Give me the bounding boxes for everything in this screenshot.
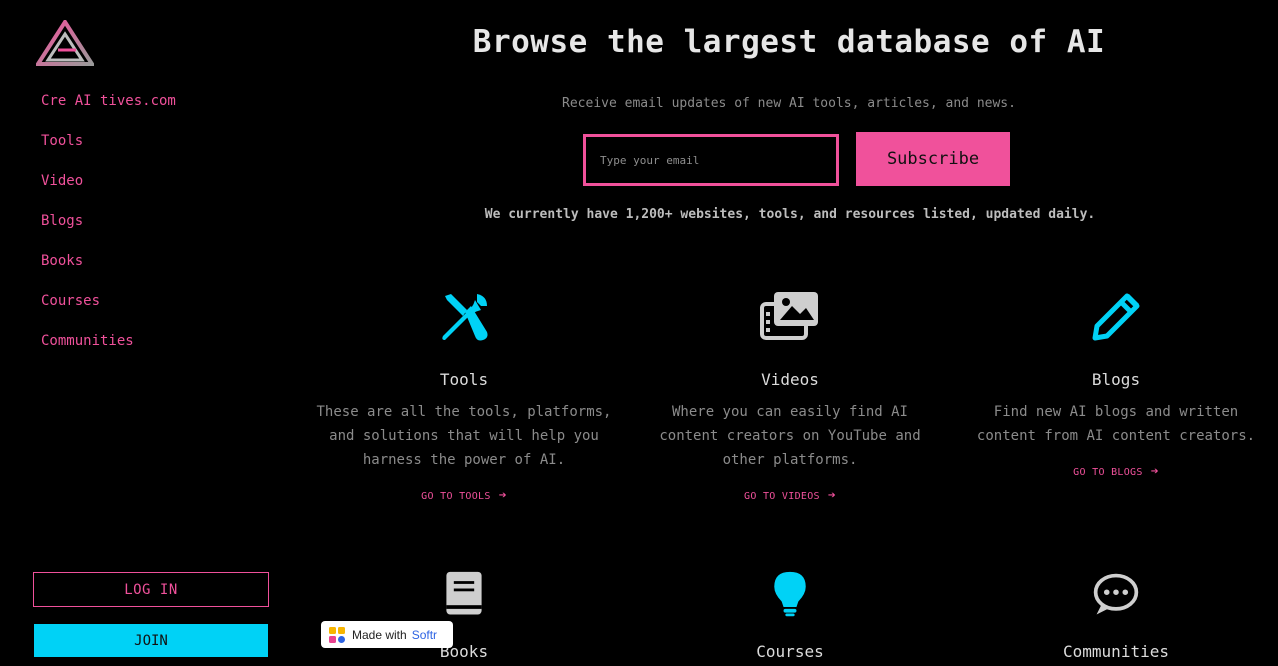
arrow-right-icon: ➔ bbox=[498, 488, 507, 503]
lightbulb-icon bbox=[774, 571, 806, 617]
site-logo[interactable] bbox=[36, 20, 94, 66]
card-title: Videos bbox=[761, 370, 819, 389]
arrow-right-icon: ➔ bbox=[1150, 464, 1159, 479]
card-description: These are all the tools, platforms, and … bbox=[316, 404, 612, 468]
sidebar-item-books[interactable]: Books bbox=[41, 251, 83, 271]
go-to-videos-link[interactable]: GO TO VIDEOS ➔ bbox=[744, 488, 836, 503]
go-to-tools-link[interactable]: GO TO TOOLS ➔ bbox=[421, 488, 507, 503]
hero-subtitle: Receive email updates of new AI tools, a… bbox=[562, 96, 1016, 111]
card-books: Books bbox=[314, 570, 614, 662]
softr-logo-icon bbox=[329, 626, 345, 643]
sidebar-item-communities[interactable]: Communities bbox=[41, 331, 134, 351]
stats-text: We currently have 1,200+ websites, tools… bbox=[484, 207, 1096, 222]
book-icon bbox=[446, 571, 482, 615]
pencil-icon bbox=[1092, 293, 1140, 341]
sidebar-item-courses[interactable]: Courses bbox=[41, 291, 100, 311]
card-title: Tools bbox=[439, 370, 489, 389]
card-title: Blogs bbox=[1091, 370, 1141, 389]
card-tools: Tools These are all the tools, platforms… bbox=[314, 290, 614, 503]
tools-icon bbox=[442, 294, 488, 341]
arrow-right-icon: ➔ bbox=[827, 488, 836, 503]
card-title: Communities bbox=[1063, 642, 1169, 661]
sidebar: Cre AI tives.com Tools Video Blogs Books… bbox=[0, 0, 300, 666]
sidebar-item-home[interactable]: Cre AI tives.com bbox=[41, 91, 176, 111]
email-field[interactable] bbox=[583, 134, 839, 186]
card-description: Where you can easily find AI content cre… bbox=[659, 404, 921, 468]
card-blogs: Blogs Find new AI blogs and written cont… bbox=[966, 290, 1266, 479]
link-label: GO TO BLOGS bbox=[1073, 467, 1143, 478]
card-description: Find new AI blogs and written content fr… bbox=[976, 404, 1256, 444]
card-title: Courses bbox=[756, 642, 824, 661]
sidebar-item-blogs[interactable]: Blogs bbox=[41, 211, 83, 231]
card-courses: Courses bbox=[640, 570, 940, 662]
images-icon bbox=[760, 292, 818, 340]
sidebar-item-video[interactable]: Video bbox=[41, 171, 83, 191]
badge-brand: Softr bbox=[411, 627, 438, 642]
card-videos: Videos Where you can easily find AI cont… bbox=[640, 290, 940, 503]
badge-label: Made with bbox=[352, 627, 407, 642]
card-communities: Communities bbox=[966, 570, 1266, 662]
chat-icon bbox=[1093, 573, 1139, 615]
link-label: GO TO VIDEOS bbox=[744, 491, 820, 502]
join-button[interactable]: JOIN bbox=[34, 624, 268, 657]
subscribe-button[interactable]: Subscribe bbox=[856, 132, 1010, 186]
go-to-blogs-link[interactable]: GO TO BLOGS ➔ bbox=[1073, 464, 1159, 479]
sidebar-item-tools[interactable]: Tools bbox=[41, 131, 83, 151]
link-label: GO TO TOOLS bbox=[421, 491, 491, 502]
sidebar-nav: Cre AI tives.com Tools Video Blogs Books… bbox=[41, 90, 176, 370]
login-button[interactable]: LOG IN bbox=[33, 572, 269, 607]
made-with-softr-badge[interactable]: Made with Softr bbox=[321, 621, 453, 648]
page-title: Browse the largest database of AI bbox=[472, 24, 1106, 60]
